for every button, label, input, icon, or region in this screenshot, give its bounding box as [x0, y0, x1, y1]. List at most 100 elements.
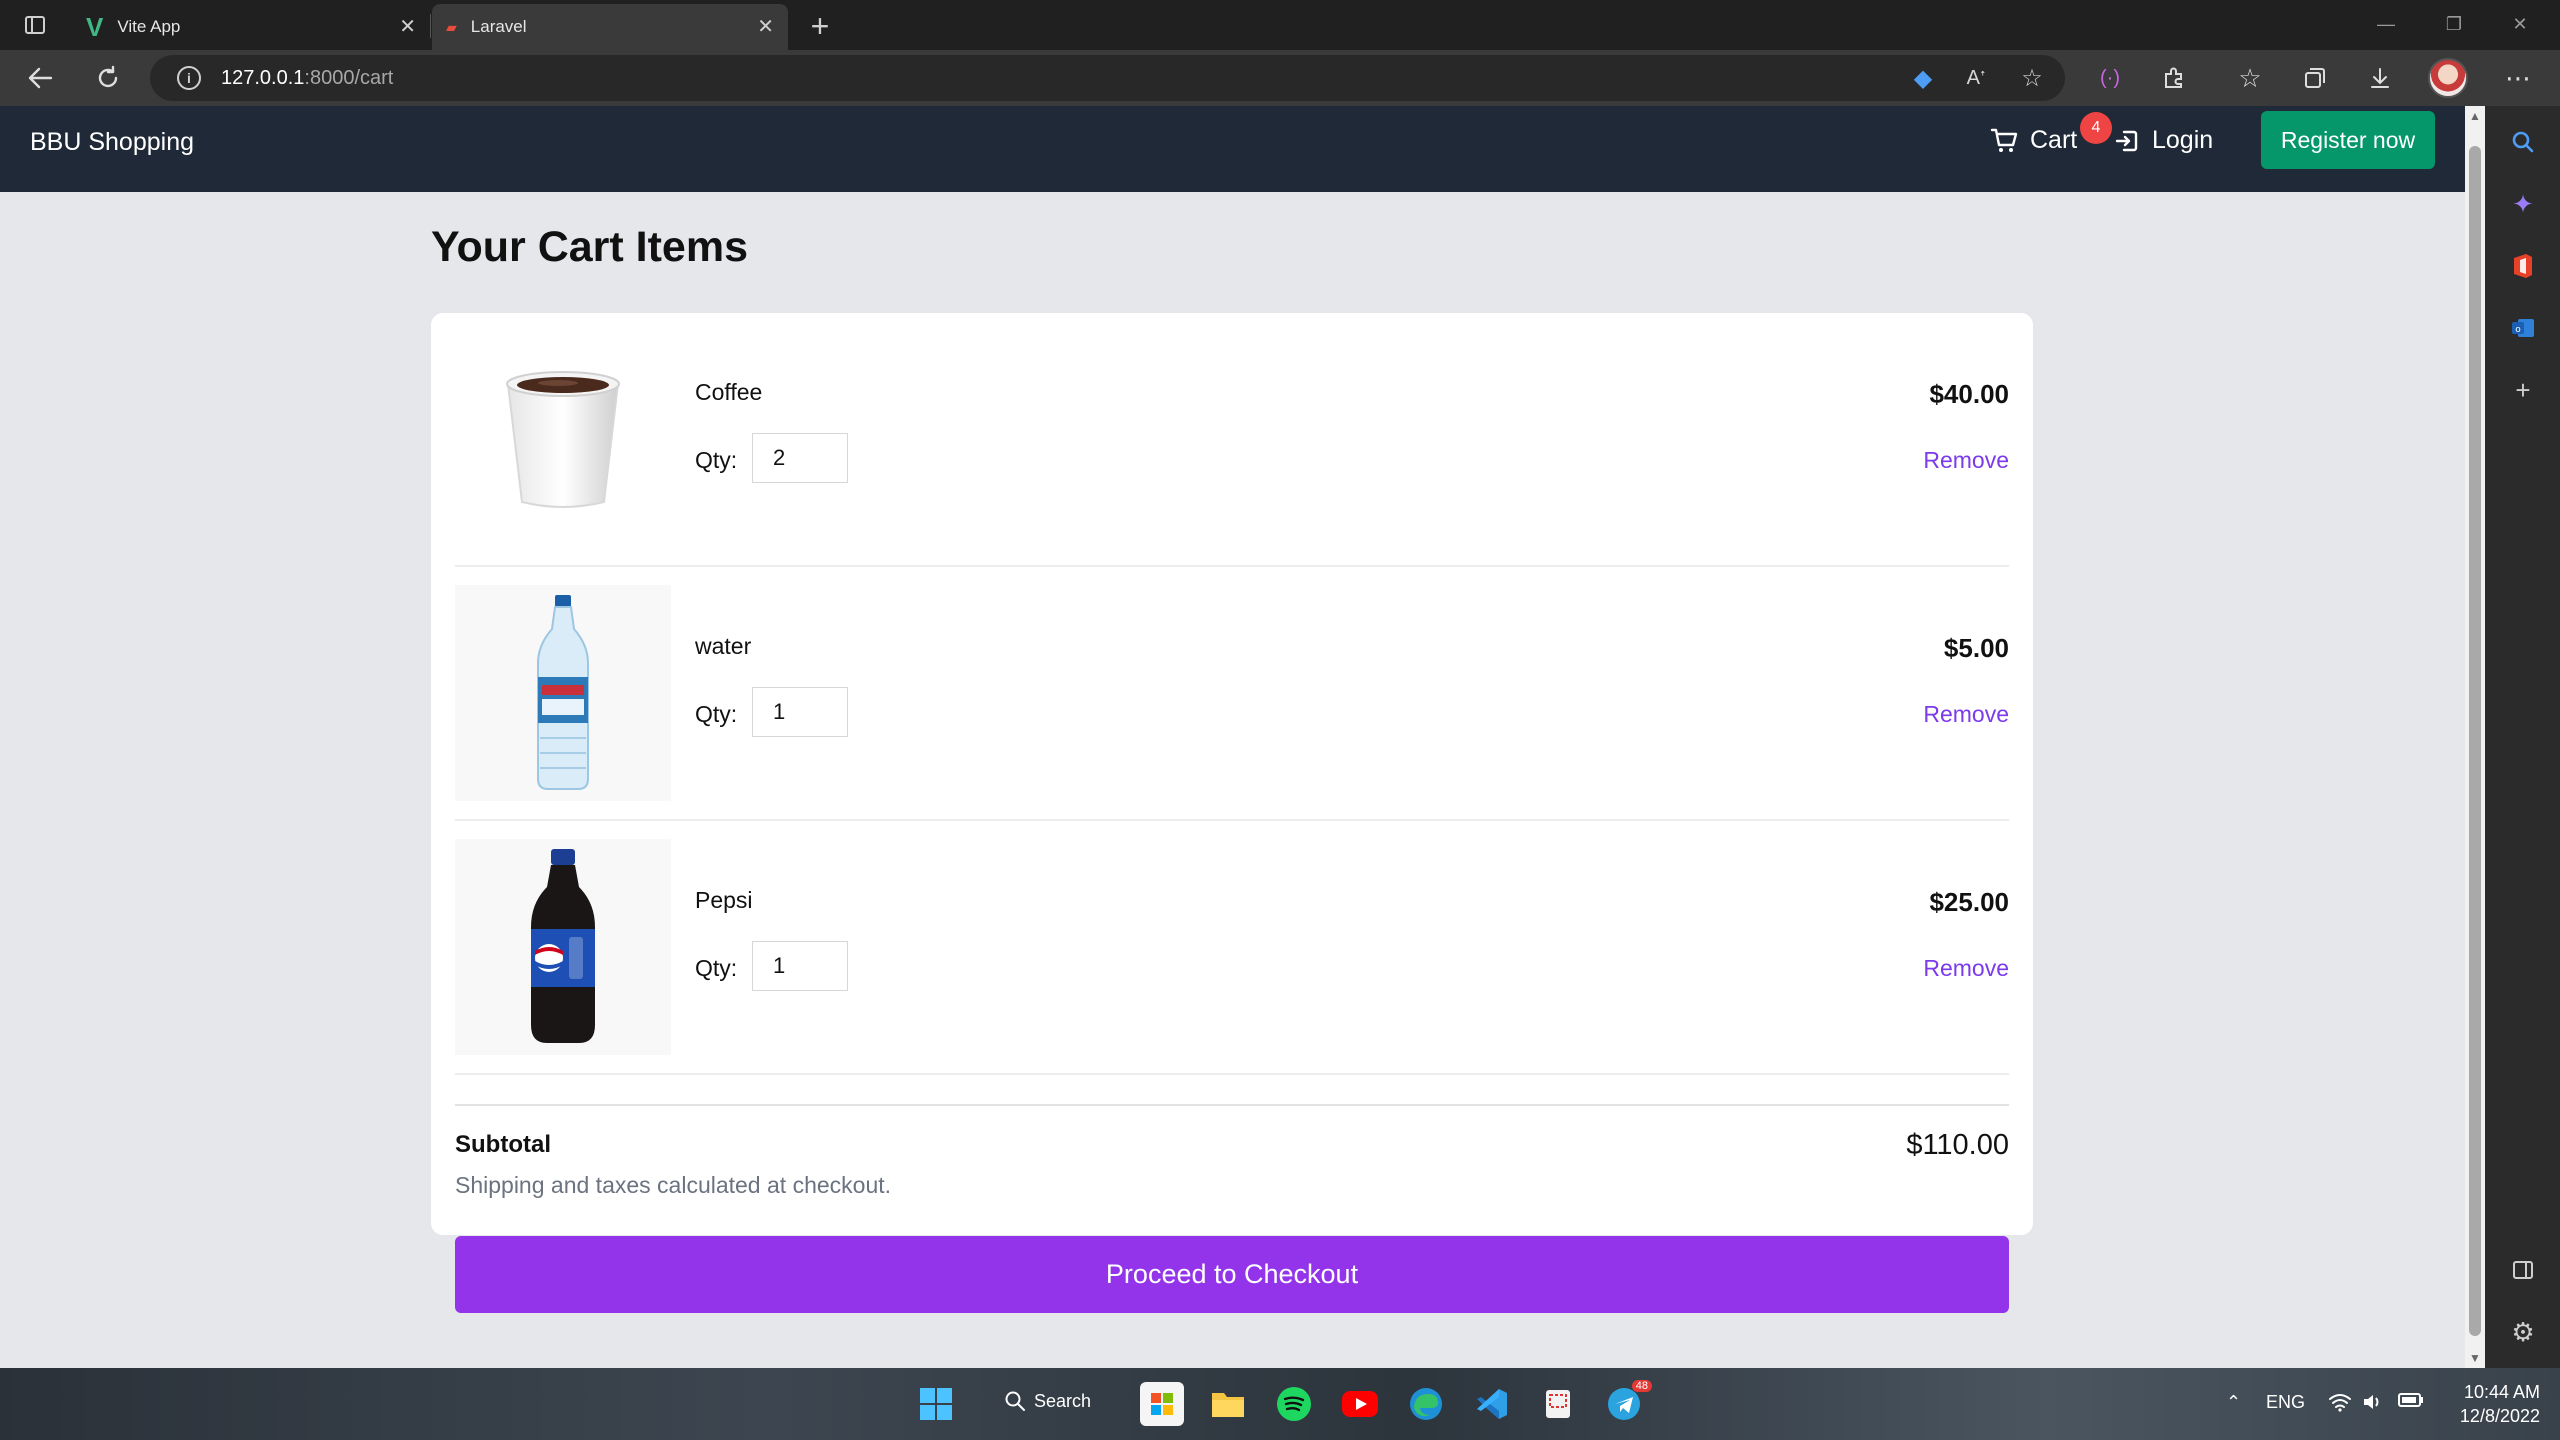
quantity-input[interactable] — [752, 941, 848, 991]
tab-title: Laravel — [470, 17, 527, 36]
search-icon[interactable] — [2503, 122, 2543, 162]
nav-cart-label: Cart — [2030, 126, 2078, 154]
add-sidebar-app-icon[interactable]: + — [2503, 370, 2543, 410]
checkout-button[interactable]: Proceed to Checkout — [455, 1236, 2009, 1313]
tab-actions-icon[interactable] — [18, 8, 52, 42]
browser-tab-strip: V Vite App ✕ ▰ Laravel ✕ + — ❐ ✕ — [0, 0, 2560, 50]
quantity-input[interactable] — [752, 433, 848, 483]
product-name: Pepsi — [695, 887, 753, 913]
product-image[interactable] — [455, 839, 671, 1055]
laravel-logo-icon: ▰ — [446, 18, 457, 35]
remove-item-link[interactable]: Remove — [1923, 701, 2009, 728]
spotify-icon[interactable] — [1272, 1382, 1316, 1426]
quantity-input[interactable] — [752, 687, 848, 737]
site-navbar: BBU Shopping Cart 4 Login Register now — [0, 106, 2465, 192]
subtotal-value: $110.00 — [1906, 1129, 2009, 1161]
tray-overflow-icon[interactable]: ⌃ — [2226, 1392, 2241, 1413]
browser-sidebar: ✦ o + ⚙ — [2485, 106, 2560, 1368]
input-language[interactable]: ENG — [2266, 1392, 2305, 1413]
new-tab-icon[interactable]: + — [800, 6, 840, 46]
copilot-sparkle-icon[interactable]: ✦ — [2503, 184, 2543, 224]
scroll-down-icon[interactable]: ▼ — [2465, 1348, 2485, 1368]
office-icon[interactable] — [2503, 246, 2543, 286]
minimize-icon[interactable]: — — [2356, 4, 2416, 44]
collections-icon[interactable] — [2295, 58, 2335, 98]
product-image[interactable] — [455, 331, 671, 547]
volume-icon[interactable] — [2362, 1392, 2384, 1417]
cart-item: Pepsi Qty: $25.00 Remove — [455, 821, 2009, 1075]
cart-item: water Qty: $5.00 Remove — [455, 567, 2009, 821]
clock-date: 12/8/2022 — [2459, 1406, 2540, 1426]
more-menu-icon[interactable]: ⋯ — [2498, 58, 2538, 98]
nav-login-link[interactable]: Login — [2114, 126, 2213, 155]
profile-avatar[interactable] — [2428, 58, 2468, 98]
register-button[interactable]: Register now — [2261, 111, 2435, 169]
qty-label: Qty: — [695, 701, 738, 727]
subtotal-label: Subtotal — [455, 1131, 551, 1158]
close-tab-icon[interactable]: ✕ — [757, 14, 774, 39]
cart-count-badge: 4 — [2080, 112, 2112, 144]
product-price: $5.00 — [1943, 633, 2009, 663]
login-icon — [2115, 130, 2138, 151]
subtotal-divider — [455, 1104, 2009, 1106]
web-page: BBU Shopping Cart 4 Login Register now Y… — [0, 106, 2465, 1368]
tab-laravel[interactable]: ▰ Laravel ✕ — [432, 4, 788, 50]
snipping-tool-icon[interactable] — [1536, 1382, 1580, 1426]
qty-label: Qty: — [695, 955, 738, 981]
outlook-icon[interactable]: o — [2503, 308, 2543, 348]
remove-item-link[interactable]: Remove — [1923, 955, 2009, 982]
microsoft-store-icon[interactable] — [1140, 1382, 1184, 1426]
back-icon[interactable] — [20, 58, 60, 98]
edge-browser-icon[interactable] — [1404, 1382, 1448, 1426]
add-favorite-icon[interactable]: ☆ — [2016, 64, 2048, 92]
shopping-cart-icon — [1990, 128, 2018, 152]
search-icon — [1005, 1391, 1025, 1411]
site-brand[interactable]: BBU Shopping — [30, 128, 194, 157]
tab-divider — [430, 14, 431, 38]
address-bar[interactable]: i 127.0.0.1:8000/cart ◆ Aꜛ ☆ — [150, 55, 2065, 101]
vscode-icon[interactable] — [1470, 1382, 1514, 1426]
cart-item: Coffee Qty: $40.00 Remove — [455, 313, 2009, 567]
downloads-icon[interactable] — [2360, 58, 2400, 98]
close-window-icon[interactable]: ✕ — [2490, 4, 2550, 44]
restore-icon[interactable]: ❐ — [2424, 4, 2484, 44]
taskbar-search-label: Search — [1034, 1390, 1092, 1411]
taskbar-search[interactable]: Search — [1004, 1390, 1091, 1412]
product-price: $40.00 — [1929, 379, 2009, 409]
reload-icon[interactable] — [88, 58, 128, 98]
favorites-icon[interactable]: ☆ — [2230, 58, 2270, 98]
price-tag-icon[interactable]: ◆ — [1907, 64, 1939, 92]
battery-icon[interactable] — [2398, 1392, 2424, 1413]
wifi-icon[interactable] — [2328, 1392, 2352, 1417]
site-info-icon[interactable]: i — [177, 66, 201, 90]
close-tab-icon[interactable]: ✕ — [399, 14, 416, 39]
read-aloud-icon[interactable]: Aꜛ — [1960, 64, 1992, 92]
coffee-cup-icon — [506, 371, 620, 508]
product-name: water — [695, 633, 752, 659]
cart-card: Coffee Qty: $40.00 Remove water — [431, 313, 2033, 1235]
address-url[interactable]: 127.0.0.1:8000/cart — [221, 67, 393, 90]
pepsi-bottle-icon — [531, 849, 595, 1043]
settings-gear-icon[interactable]: ⚙ — [2503, 1312, 2543, 1352]
nav-cart-link[interactable]: Cart — [1990, 126, 2077, 155]
nav-login-label: Login — [2152, 126, 2214, 154]
product-image[interactable] — [455, 585, 671, 801]
file-explorer-icon[interactable] — [1206, 1382, 1250, 1426]
water-bottle-icon — [537, 595, 589, 790]
youtube-icon[interactable] — [1338, 1382, 1382, 1426]
telegram-icon[interactable]: 48 — [1602, 1380, 1652, 1426]
extension-icon[interactable]: (·) — [2090, 58, 2130, 98]
browser-toolbar: i 127.0.0.1:8000/cart ◆ Aꜛ ☆ (·) ☆ ⋯ — [0, 50, 2560, 106]
extensions-puzzle-icon[interactable] — [2154, 58, 2194, 98]
page-title: Your Cart Items — [431, 223, 748, 271]
system-clock[interactable]: 10:44 AM 12/8/2022 — [2440, 1380, 2540, 1428]
windows-start-icon[interactable] — [914, 1382, 958, 1426]
tab-vite-app[interactable]: V Vite App ✕ — [70, 4, 430, 50]
sidebar-layout-icon[interactable] — [2503, 1250, 2543, 1290]
product-name: Coffee — [695, 379, 763, 405]
svg-text:o: o — [2515, 325, 2521, 335]
remove-item-link[interactable]: Remove — [1923, 447, 2009, 474]
windows-taskbar: Search 48 ⌃ ENG 10:44 AM 12/8/2022 — [0, 1368, 2560, 1440]
scroll-up-icon[interactable]: ▲ — [2465, 106, 2485, 126]
scrollbar-thumb[interactable] — [2469, 146, 2481, 1336]
